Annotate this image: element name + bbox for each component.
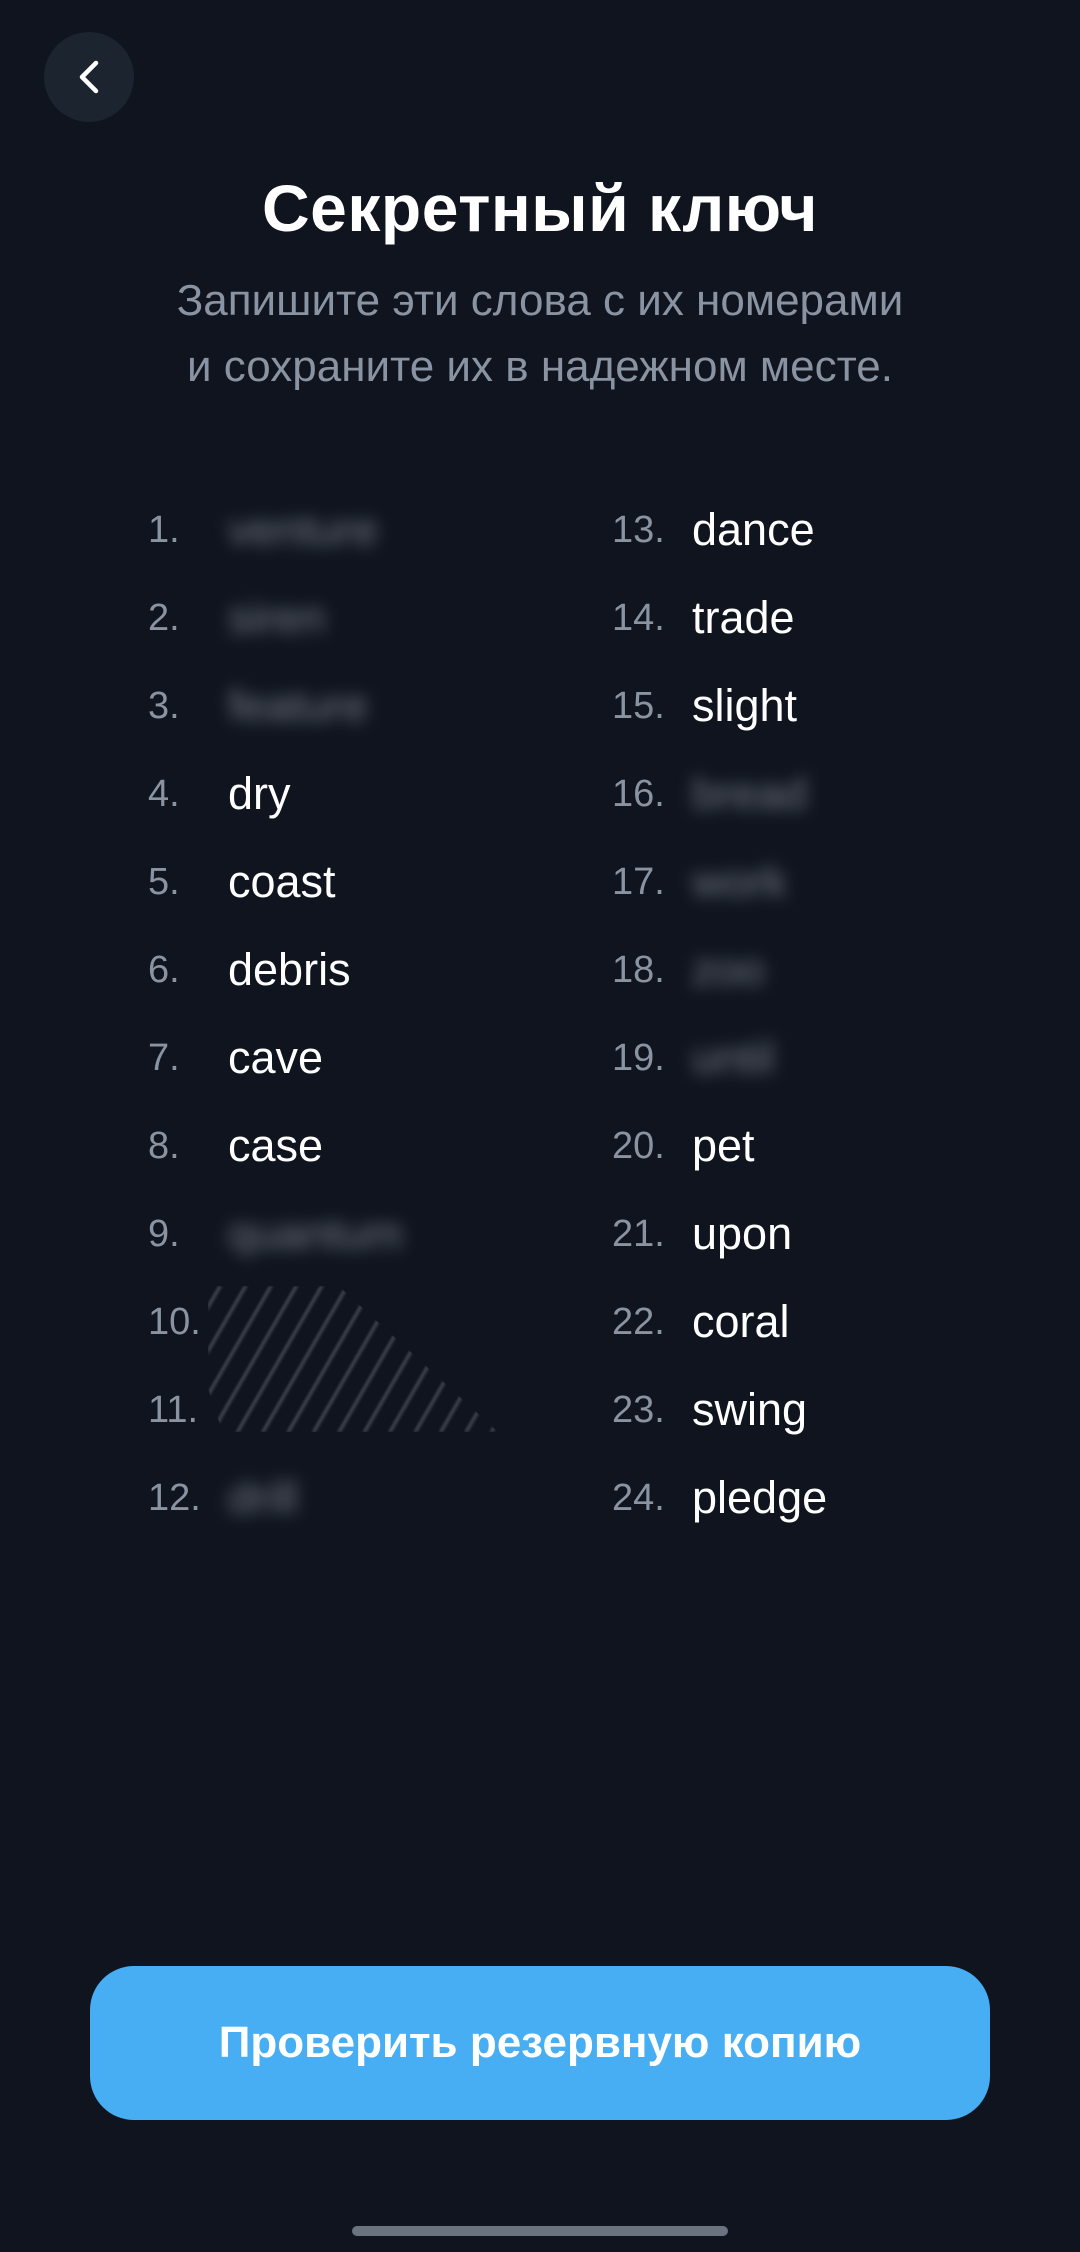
- seed-word: drill: [228, 1472, 299, 1523]
- seed-column-right: 13. dance 14. trade 15. slight 16. bread 17. work…: [612, 486, 827, 1542]
- seed-word-number: 1.: [148, 508, 180, 551]
- seed-word-number: 17.: [612, 860, 665, 903]
- seed-word-row: 18. zoo: [612, 926, 827, 1014]
- home-indicator: [352, 2226, 728, 2236]
- seed-word-number: 4.: [148, 772, 180, 815]
- seed-word-number: 3.: [148, 684, 180, 727]
- seed-word: swing: [692, 1384, 808, 1435]
- seed-word: pet: [692, 1120, 755, 1171]
- seed-word-number: 12.: [148, 1476, 201, 1519]
- seed-word: dance: [692, 504, 815, 555]
- seed-word-row: 14. trade: [612, 574, 827, 662]
- seed-word-row: 12. drill: [148, 1454, 403, 1542]
- seed-word-number: 9.: [148, 1212, 180, 1255]
- seed-word: coast: [228, 856, 336, 907]
- seed-word: coral: [692, 1296, 790, 1347]
- seed-word-number: 19.: [612, 1036, 665, 1079]
- subtitle-line-2: и сохраните их в надежном месте.: [186, 342, 894, 391]
- seed-word: trade: [692, 592, 795, 643]
- seed-word: zoo: [692, 944, 765, 995]
- seed-word: quantum: [228, 1208, 404, 1259]
- back-button[interactable]: [44, 32, 134, 122]
- seed-word: pledge: [692, 1472, 828, 1523]
- seed-word: bread: [692, 768, 808, 819]
- redaction-streak: [208, 1286, 498, 1432]
- seed-word-number: 16.: [612, 772, 665, 815]
- seed-word-number: 22.: [612, 1300, 665, 1343]
- chevron-left-icon: [74, 57, 104, 97]
- seed-word-row: 6. debris: [148, 926, 403, 1014]
- seed-word-number: 15.: [612, 684, 665, 727]
- seed-word-row: 9. quantum: [148, 1190, 403, 1278]
- verify-backup-button[interactable]: Проверить резервную копию: [90, 1966, 990, 2120]
- seed-word: debris: [228, 944, 351, 995]
- seed-word: until: [692, 1032, 775, 1083]
- seed-word-row: 1. venture: [148, 486, 403, 574]
- seed-word-number: 24.: [612, 1476, 665, 1519]
- seed-word-row: 3. feature: [148, 662, 403, 750]
- seed-word-number: 23.: [612, 1388, 665, 1431]
- page-title: Секретный ключ: [262, 171, 818, 245]
- seed-word-number: 21.: [612, 1212, 665, 1255]
- seed-word-row: 15. slight: [612, 662, 827, 750]
- seed-word: upon: [692, 1208, 793, 1259]
- seed-word-row: 16. bread: [612, 750, 827, 838]
- seed-word-row: 5. coast: [148, 838, 403, 926]
- seed-word-number: 14.: [612, 596, 665, 639]
- seed-word-row: 23. swing: [612, 1366, 827, 1454]
- seed-word: cave: [228, 1032, 324, 1083]
- seed-word-row: 2. siren: [148, 574, 403, 662]
- seed-word-row: 21. upon: [612, 1190, 827, 1278]
- seed-word: case: [228, 1120, 324, 1171]
- page-subtitle: Запишите эти слова с их номерами и сохра…: [90, 268, 990, 400]
- seed-word-number: 20.: [612, 1124, 665, 1167]
- seed-word-number: 8.: [148, 1124, 180, 1167]
- seed-word: slight: [692, 680, 798, 731]
- secret-key-screen: Секретный ключ Запишите эти слова с их н…: [0, 0, 1080, 2252]
- seed-word-row: 19. until: [612, 1014, 827, 1102]
- seed-word-row: 13. dance: [612, 486, 827, 574]
- subtitle-line-1: Запишите эти слова с их номерами: [176, 276, 904, 325]
- seed-word-number: 5.: [148, 860, 180, 903]
- seed-word-row: 4. dry: [148, 750, 403, 838]
- seed-word: dry: [228, 768, 291, 819]
- seed-word-row: 17. work: [612, 838, 827, 926]
- seed-word-row: 8. case: [148, 1102, 403, 1190]
- seed-word-number: 2.: [148, 596, 180, 639]
- seed-word-row: 24. pledge: [612, 1454, 827, 1542]
- seed-word-row: 20. pet: [612, 1102, 827, 1190]
- seed-word-number: 6.: [148, 948, 180, 991]
- seed-word: venture: [228, 504, 379, 555]
- seed-word-row: 22. coral: [612, 1278, 827, 1366]
- seed-word: feature: [228, 680, 369, 731]
- seed-word-row: 7. cave: [148, 1014, 403, 1102]
- seed-word-number: 13.: [612, 508, 665, 551]
- seed-word-number: 7.: [148, 1036, 180, 1079]
- seed-word-number: 18.: [612, 948, 665, 991]
- seed-word: siren: [228, 592, 326, 643]
- seed-word: work: [692, 856, 788, 907]
